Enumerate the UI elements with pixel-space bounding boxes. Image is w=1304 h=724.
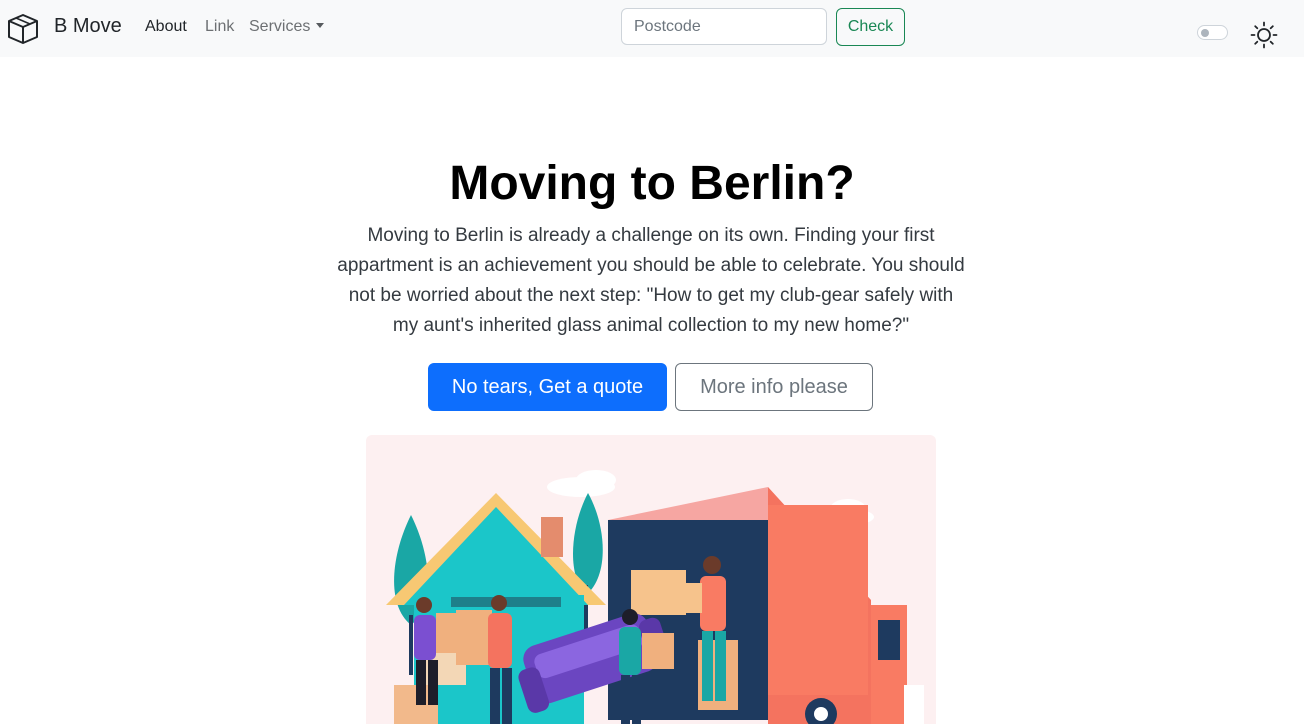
nav-dropdown-services[interactable]: Services [249, 18, 325, 36]
navbar: B Move About Link Services Check [0, 0, 1304, 57]
moving-scene-illustration [386, 470, 924, 724]
dark-mode-toggle[interactable] [1197, 25, 1228, 40]
chevron-down-icon [316, 23, 325, 28]
nav-link-about[interactable]: About [145, 18, 187, 36]
check-button[interactable]: Check [836, 8, 905, 46]
nav-dropdown-services-label: Services [249, 18, 311, 35]
get-quote-button[interactable]: No tears, Get a quote [428, 363, 667, 411]
more-info-button[interactable]: More info please [675, 363, 873, 411]
toggle-knob [1201, 29, 1209, 37]
brand-name[interactable]: B Move [54, 15, 122, 38]
hero-lead: Moving to Berlin is already a challenge … [337, 225, 965, 336]
sun-icon[interactable] [1250, 21, 1278, 49]
postcode-input[interactable] [621, 8, 827, 45]
nav-link-link[interactable]: Link [205, 18, 234, 36]
hero-title: Moving to Berlin? [449, 157, 855, 210]
hero-illustration [366, 435, 936, 724]
box-icon[interactable] [6, 12, 40, 46]
